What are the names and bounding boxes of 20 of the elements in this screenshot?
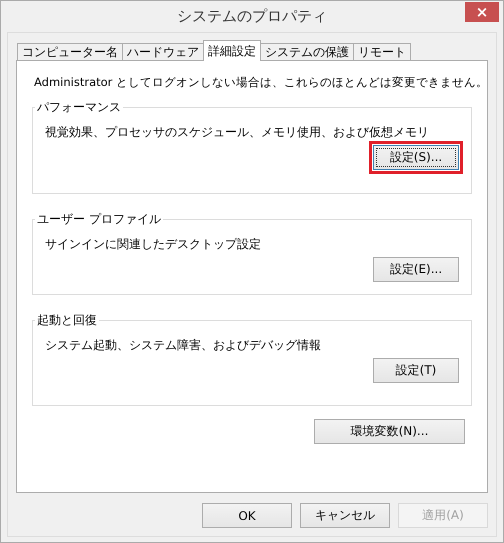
tab[interactable]: システムの保護 (260, 43, 354, 61)
group-title: ユーザー プロファイル (36, 211, 162, 228)
dialog-button[interactable]: キャンセル (300, 503, 390, 528)
settings-button[interactable]: 設定(E)... (373, 257, 459, 282)
group-title: 起動と回復 (36, 312, 98, 329)
settings-button[interactable]: 設定(S)... (373, 145, 459, 170)
window-title: システムのプロパティ (177, 7, 327, 26)
group-description: 視覚効果、プロセッサのスケジュール、メモリ使用、および仮想メモリ (45, 124, 430, 141)
tab[interactable]: 詳細設定 (203, 40, 261, 61)
tab[interactable]: ハードウェア (122, 43, 204, 61)
close-button[interactable]: × (465, 2, 499, 22)
notice-text: Administrator としてログオンしない場合は、これらのほとんどは変更できません。 (34, 75, 488, 90)
group-description: サインインに関連したデスクトップ設定 (45, 236, 262, 253)
settings-button[interactable]: 設定(T) (373, 358, 459, 383)
group-description: システム起動、システム障害、およびデバッグ情報 (45, 337, 322, 354)
group-title: パフォーマンス (36, 99, 122, 116)
environment-variables-button[interactable]: 環境変数(N)... (314, 419, 465, 444)
tab[interactable]: リモート (353, 43, 411, 61)
tab[interactable]: コンピューター名 (17, 43, 123, 61)
dialog-button[interactable]: OK (202, 503, 292, 528)
